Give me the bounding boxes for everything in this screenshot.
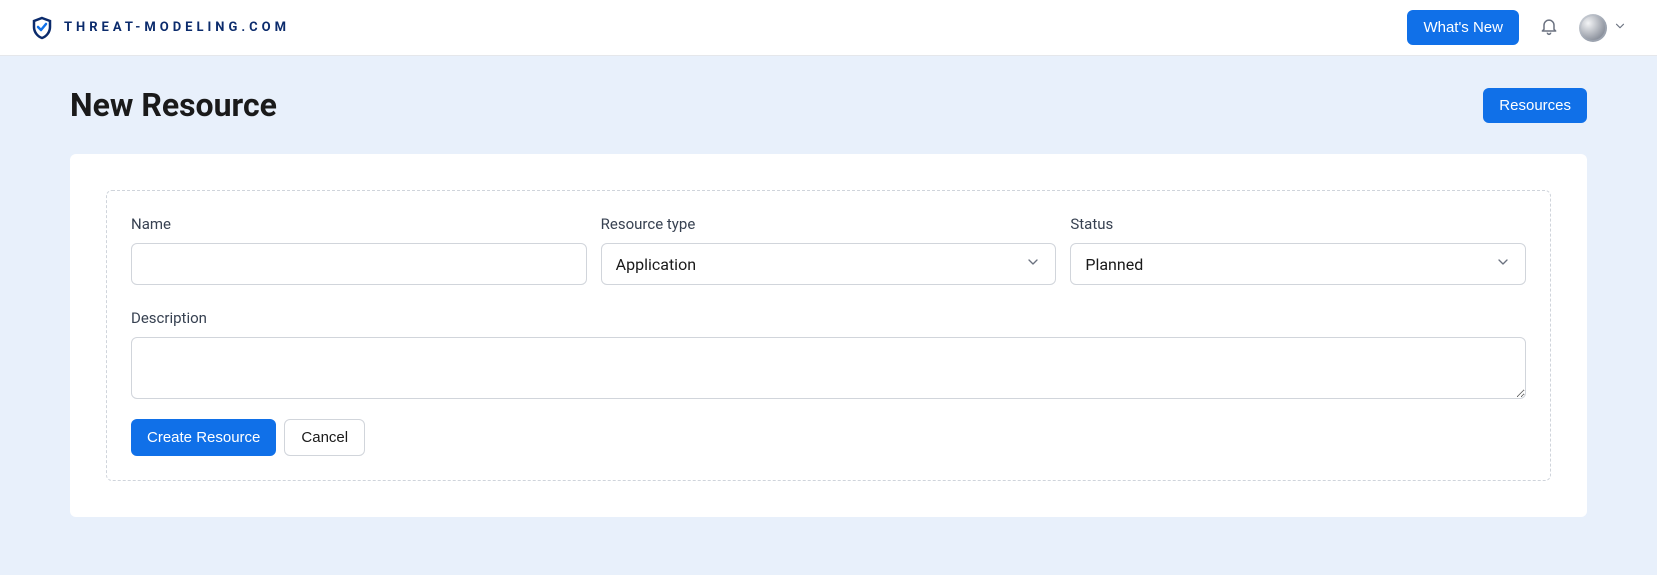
- status-select[interactable]: Planned: [1070, 243, 1526, 285]
- whats-new-button[interactable]: What's New: [1407, 10, 1519, 45]
- form-card: Name Resource type Application: [70, 154, 1587, 517]
- resource-type-value: Application: [616, 255, 696, 274]
- resource-type-label: Resource type: [601, 215, 1057, 233]
- user-menu[interactable]: [1579, 14, 1627, 42]
- avatar: [1579, 14, 1607, 42]
- resource-type-select[interactable]: Application: [601, 243, 1057, 285]
- page-header: New Resource Resources: [70, 86, 1587, 124]
- status-group: Status Planned: [1070, 215, 1526, 285]
- name-input[interactable]: [131, 243, 587, 285]
- name-label: Name: [131, 215, 587, 233]
- brand-text: THREAT-MODELING.COM: [64, 20, 290, 35]
- name-group: Name: [131, 215, 587, 285]
- topbar-right: What's New: [1407, 10, 1627, 45]
- shield-logo-icon: [30, 16, 54, 40]
- bell-icon[interactable]: [1539, 16, 1559, 40]
- form-actions: Create Resource Cancel: [131, 419, 1526, 456]
- description-group: Description: [131, 309, 1526, 399]
- chevron-down-icon: [1613, 18, 1627, 37]
- description-label: Description: [131, 309, 1526, 327]
- brand[interactable]: THREAT-MODELING.COM: [30, 16, 290, 40]
- status-value: Planned: [1085, 255, 1143, 274]
- page-content: New Resource Resources Name Resource typ…: [0, 56, 1657, 547]
- chevron-down-icon: [1025, 254, 1041, 274]
- page-title: New Resource: [70, 86, 277, 124]
- resources-button[interactable]: Resources: [1483, 88, 1587, 123]
- top-navigation-bar: THREAT-MODELING.COM What's New: [0, 0, 1657, 56]
- resource-type-group: Resource type Application: [601, 215, 1057, 285]
- status-label: Status: [1070, 215, 1526, 233]
- form-row-1: Name Resource type Application: [131, 215, 1526, 285]
- description-textarea[interactable]: [131, 337, 1526, 399]
- chevron-down-icon: [1495, 254, 1511, 274]
- cancel-button[interactable]: Cancel: [284, 419, 365, 456]
- form-container: Name Resource type Application: [106, 190, 1551, 481]
- create-resource-button[interactable]: Create Resource: [131, 419, 276, 456]
